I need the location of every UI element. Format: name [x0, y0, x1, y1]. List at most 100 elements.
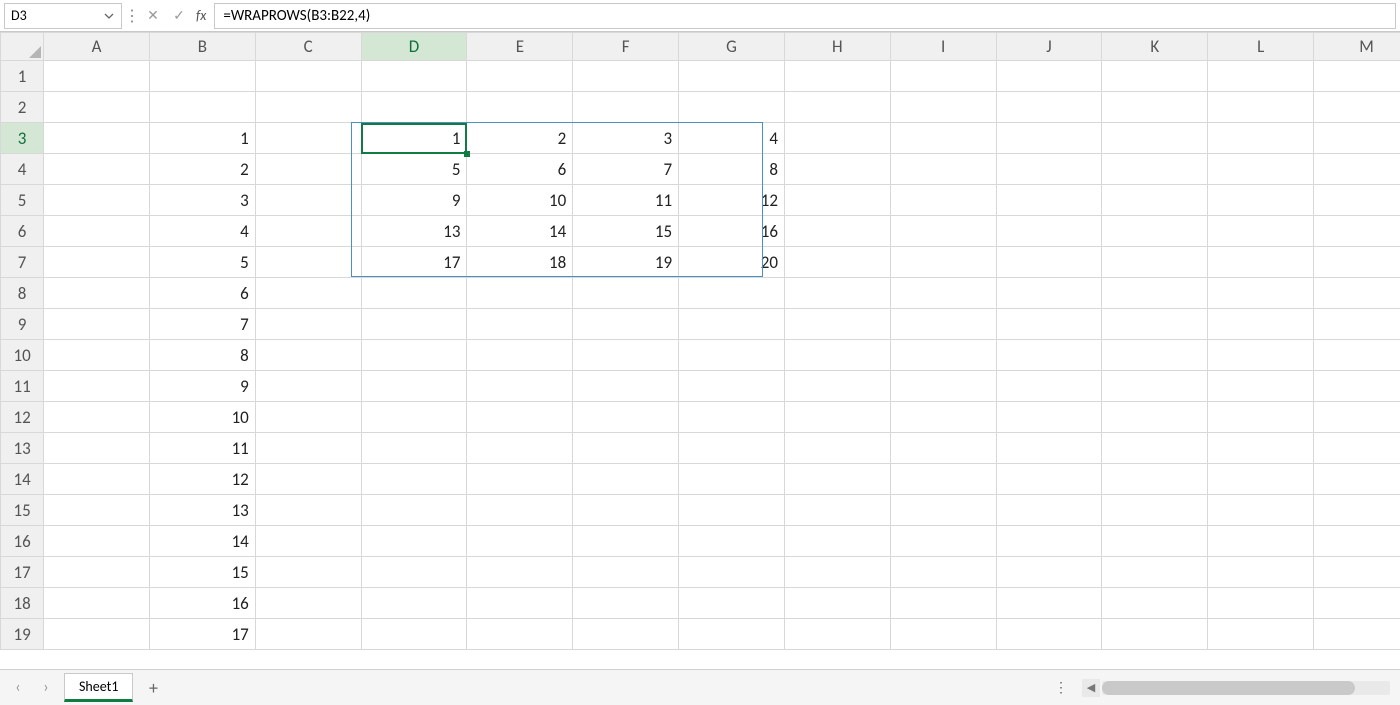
cell[interactable]	[996, 185, 1102, 216]
cell[interactable]	[44, 309, 150, 340]
cell[interactable]: 9	[361, 185, 467, 216]
cell[interactable]	[44, 588, 150, 619]
cell[interactable]	[679, 371, 785, 402]
cell[interactable]: 15	[149, 557, 255, 588]
cell[interactable]	[679, 464, 785, 495]
cell[interactable]	[1314, 371, 1400, 402]
cell[interactable]	[784, 340, 890, 371]
scroll-left-icon[interactable]: ◀	[1082, 679, 1100, 697]
column-header[interactable]: L	[1208, 33, 1314, 61]
cell[interactable]	[573, 619, 679, 650]
cell[interactable]	[996, 557, 1102, 588]
cell[interactable]	[467, 402, 573, 433]
cell[interactable]	[467, 340, 573, 371]
cell[interactable]	[1102, 309, 1208, 340]
cell[interactable]: 20	[679, 247, 785, 278]
cell[interactable]	[679, 278, 785, 309]
cell[interactable]	[1102, 464, 1208, 495]
cell[interactable]	[890, 526, 996, 557]
cell[interactable]	[255, 433, 361, 464]
cell[interactable]	[573, 371, 679, 402]
cell[interactable]	[361, 464, 467, 495]
cell[interactable]	[1208, 402, 1314, 433]
cell[interactable]	[890, 495, 996, 526]
cell[interactable]: 11	[149, 433, 255, 464]
cell[interactable]: 5	[361, 154, 467, 185]
row-header[interactable]: 4	[1, 154, 44, 185]
cell[interactable]: 11	[573, 185, 679, 216]
cell[interactable]	[44, 402, 150, 433]
row-header[interactable]: 10	[1, 340, 44, 371]
scroll-track[interactable]	[1102, 681, 1390, 695]
column-header[interactable]: J	[996, 33, 1102, 61]
cell[interactable]	[784, 371, 890, 402]
cell[interactable]: 16	[679, 216, 785, 247]
cell[interactable]: 13	[149, 495, 255, 526]
horizontal-scrollbar[interactable]: ◀	[1082, 679, 1392, 697]
cell[interactable]: 4	[679, 123, 785, 154]
cell[interactable]	[1102, 247, 1208, 278]
cell[interactable]	[44, 433, 150, 464]
cell[interactable]	[1102, 185, 1208, 216]
cell[interactable]	[996, 402, 1102, 433]
cell[interactable]	[784, 526, 890, 557]
cell[interactable]	[784, 402, 890, 433]
row-header[interactable]: 19	[1, 619, 44, 650]
cell[interactable]	[1314, 402, 1400, 433]
row-header[interactable]: 3	[1, 123, 44, 154]
cell[interactable]	[255, 185, 361, 216]
row-header[interactable]: 6	[1, 216, 44, 247]
cell[interactable]	[44, 495, 150, 526]
column-header[interactable]: I	[890, 33, 996, 61]
cell[interactable]	[890, 340, 996, 371]
cell[interactable]	[996, 309, 1102, 340]
cell[interactable]	[996, 247, 1102, 278]
cell[interactable]	[467, 526, 573, 557]
cell[interactable]	[784, 588, 890, 619]
cell[interactable]	[890, 61, 996, 92]
cell[interactable]	[996, 464, 1102, 495]
cell[interactable]	[255, 123, 361, 154]
cell[interactable]	[255, 154, 361, 185]
cell[interactable]	[1314, 557, 1400, 588]
cell[interactable]	[44, 154, 150, 185]
row-header[interactable]: 1	[1, 61, 44, 92]
cell[interactable]	[467, 92, 573, 123]
cell[interactable]: 8	[149, 340, 255, 371]
cell[interactable]	[784, 123, 890, 154]
cell[interactable]	[1208, 433, 1314, 464]
cell[interactable]	[1208, 619, 1314, 650]
cell[interactable]	[1208, 588, 1314, 619]
cell[interactable]	[1208, 340, 1314, 371]
cell[interactable]	[784, 92, 890, 123]
column-header[interactable]: A	[44, 33, 150, 61]
cell[interactable]	[679, 526, 785, 557]
cell[interactable]	[573, 495, 679, 526]
cell[interactable]	[679, 340, 785, 371]
row-header[interactable]: 7	[1, 247, 44, 278]
tab-prev-icon[interactable]: ‹	[8, 678, 28, 698]
row-header[interactable]: 5	[1, 185, 44, 216]
cell[interactable]	[255, 557, 361, 588]
cell[interactable]	[996, 278, 1102, 309]
cell[interactable]	[44, 185, 150, 216]
cell[interactable]: 3	[573, 123, 679, 154]
cell[interactable]: 6	[467, 154, 573, 185]
cell[interactable]	[361, 278, 467, 309]
cell[interactable]	[784, 216, 890, 247]
cell[interactable]	[255, 61, 361, 92]
cell[interactable]	[784, 309, 890, 340]
column-header[interactable]: F	[573, 33, 679, 61]
cell[interactable]	[1208, 464, 1314, 495]
cell[interactable]	[44, 619, 150, 650]
cell[interactable]: 15	[573, 216, 679, 247]
cell[interactable]	[1102, 557, 1208, 588]
cell[interactable]	[149, 61, 255, 92]
cell[interactable]: 17	[361, 247, 467, 278]
cell[interactable]	[44, 123, 150, 154]
cell[interactable]	[361, 588, 467, 619]
cell[interactable]	[1102, 154, 1208, 185]
tab-next-icon[interactable]: ›	[36, 678, 56, 698]
column-header[interactable]: G	[679, 33, 785, 61]
cell[interactable]	[361, 309, 467, 340]
